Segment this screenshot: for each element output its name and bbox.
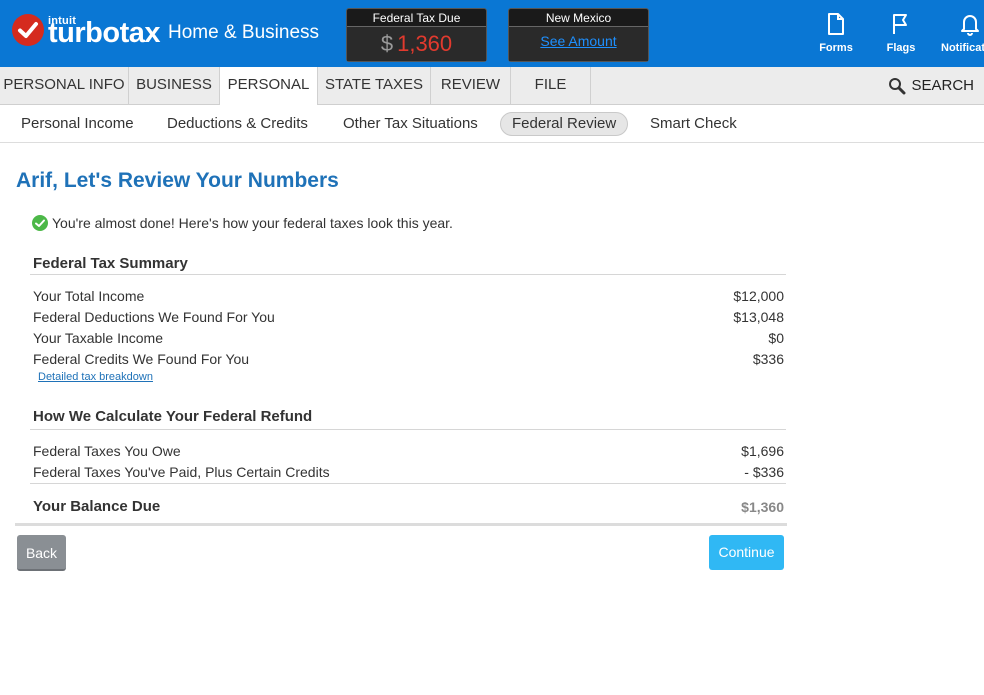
search-button[interactable]: SEARCH: [888, 67, 974, 105]
subtab-federal-review[interactable]: Federal Review: [500, 112, 629, 136]
calculation-heading: How We Calculate Your Federal Refund: [33, 408, 313, 425]
intuit-label: intuit: [48, 15, 77, 27]
subtab-smart-check[interactable]: Smart Check: [650, 112, 737, 136]
forms-button[interactable]: Forms: [806, 12, 866, 54]
balance-due-row: Your Balance Due $1,360: [33, 498, 784, 518]
row-label: Federal Taxes You've Paid, Plus Certain …: [33, 464, 330, 480]
row-value: - $336: [744, 464, 784, 480]
balance-divider: [30, 483, 786, 484]
federal-tax-due-amount: 1,360: [397, 31, 453, 56]
row-value: $1,696: [741, 443, 784, 459]
notifications-label: Notifications: [941, 42, 984, 54]
summary-row: Federal Deductions We Found For You $13,…: [33, 309, 784, 329]
bell-icon: [935, 12, 984, 38]
subtab-other-tax-situations[interactable]: Other Tax Situations: [343, 112, 478, 136]
row-value: $0: [768, 330, 784, 346]
flag-icon: [871, 12, 931, 38]
turbotax-logo[interactable]: intuit turbotax Home & Business: [12, 14, 319, 48]
summary-row: Your Taxable Income $0: [33, 330, 784, 350]
calculation-row: Federal Taxes You Owe $1,696: [33, 443, 784, 463]
notice-text: You're almost done! Here's how your fede…: [52, 215, 453, 231]
edition-label: Home & Business: [168, 22, 320, 43]
notifications-button[interactable]: Notifications: [935, 12, 984, 54]
app-header: intuit turbotax Home & Business Federal …: [0, 0, 984, 67]
subtab-deductions-credits[interactable]: Deductions & Credits: [167, 112, 308, 136]
summary-row: Your Total Income $12,000: [33, 288, 784, 308]
page-title: Arif, Let's Review Your Numbers: [16, 169, 339, 192]
row-value: $12,000: [733, 288, 784, 304]
row-label: Your Taxable Income: [33, 330, 163, 346]
see-amount-link[interactable]: See Amount: [540, 33, 616, 49]
balance-due-label: Your Balance Due: [33, 498, 161, 515]
checkmark-logo-icon: [12, 14, 44, 46]
bottom-divider: [15, 523, 787, 526]
federal-tax-due-title: Federal Tax Due: [347, 9, 486, 27]
row-label: Federal Taxes You Owe: [33, 443, 181, 459]
forms-label: Forms: [819, 42, 853, 54]
row-value: $336: [752, 351, 784, 367]
row-label: Federal Credits We Found For You: [33, 351, 250, 367]
balance-due-value: $1,360: [741, 499, 784, 515]
tab-business[interactable]: BUSINESS: [129, 67, 220, 105]
sub-nav: Personal Income Deductions & Credits Oth…: [0, 105, 984, 143]
main-nav: PERSONAL INFO BUSINESS PERSONAL STATE TA…: [0, 67, 984, 106]
back-button[interactable]: Back: [17, 535, 66, 571]
state-tax-box: New Mexico See Amount: [508, 8, 649, 62]
document-icon: [806, 12, 866, 38]
summary-row: Federal Credits We Found For You $336: [33, 351, 784, 371]
tab-state-taxes[interactable]: STATE TAXES: [318, 67, 431, 105]
notice-message: You're almost done! Here's how your fede…: [32, 215, 453, 231]
search-label: SEARCH: [911, 77, 974, 94]
federal-tax-due-box[interactable]: Federal Tax Due $1,360: [346, 8, 487, 62]
search-icon: [889, 78, 906, 95]
currency-symbol: $: [380, 31, 394, 56]
tab-review[interactable]: REVIEW: [431, 67, 511, 105]
row-label: Federal Deductions We Found For You: [33, 309, 275, 325]
state-name: New Mexico: [509, 9, 648, 27]
row-value: $13,048: [733, 309, 784, 325]
tab-file[interactable]: FILE: [511, 67, 591, 105]
calculation-row: Federal Taxes You've Paid, Plus Certain …: [33, 464, 784, 484]
continue-button[interactable]: Continue: [709, 535, 784, 570]
row-label: Your Total Income: [33, 288, 145, 304]
tab-personal[interactable]: PERSONAL: [219, 67, 318, 106]
flags-button[interactable]: Flags: [871, 12, 931, 54]
summary-heading: Federal Tax Summary: [33, 255, 188, 272]
flags-label: Flags: [886, 42, 916, 54]
summary-divider: [30, 274, 786, 275]
calculation-divider: [30, 429, 786, 430]
subtab-personal-income[interactable]: Personal Income: [21, 112, 134, 136]
check-circle-icon: [32, 215, 48, 231]
tab-personal-info[interactable]: PERSONAL INFO: [0, 67, 129, 105]
detailed-breakdown-link[interactable]: Detailed tax breakdown: [38, 371, 153, 383]
